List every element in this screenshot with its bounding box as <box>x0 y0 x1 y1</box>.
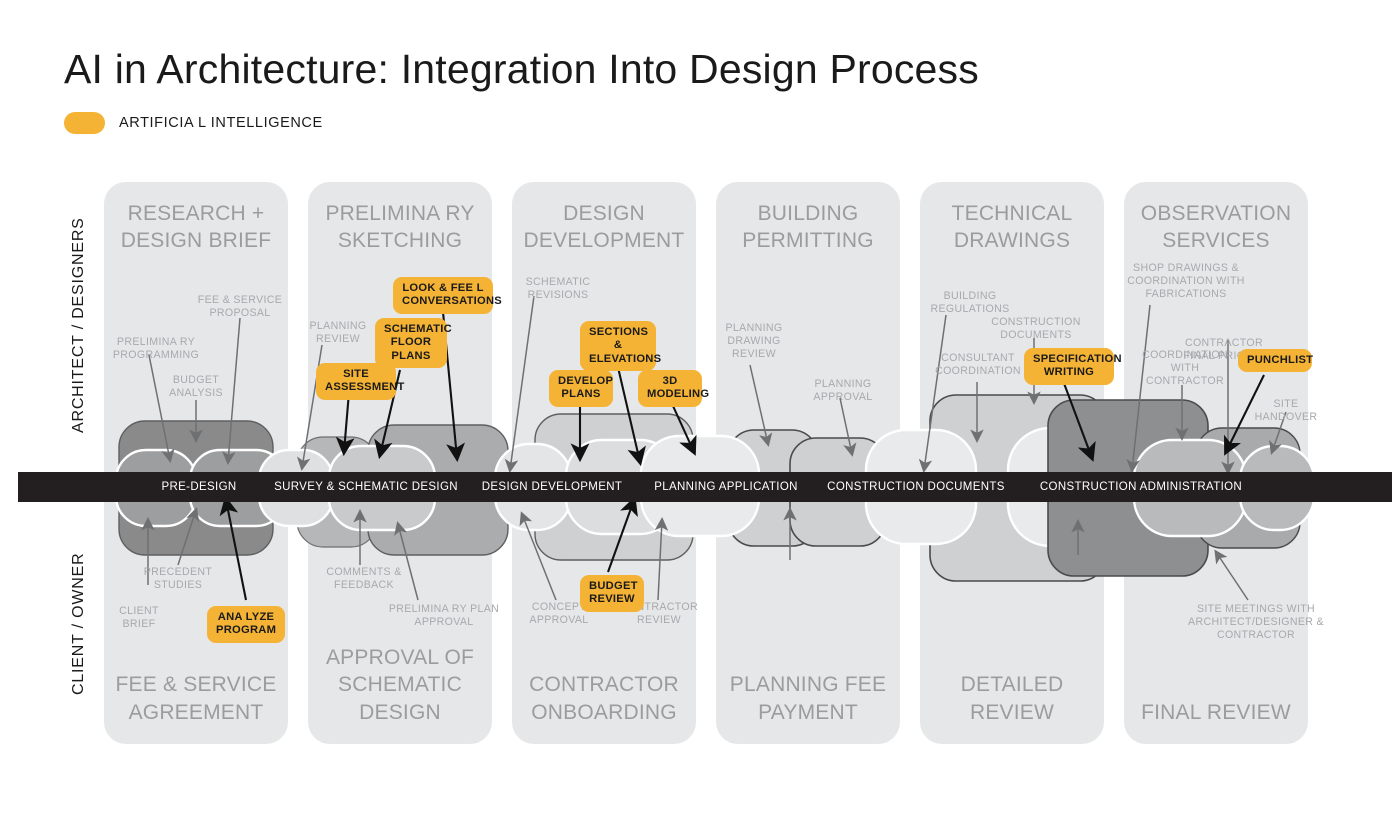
ai-callout-schematic-floor-plans[interactable]: SCHEMATIC FLOOR PLANS <box>375 318 452 369</box>
phase-footer: APPROVAL OF SCHEMATIC DESIGN <box>325 646 475 724</box>
timeline-segment-5[interactable]: CONSTRUCTION DOCUMENTS <box>808 472 1024 502</box>
phase-column-5[interactable]: TECHNICAL DRAWINGS DETAILED REVIEW <box>920 182 1104 744</box>
annotation-consultant-coordination: CONSULTANT COORDINATION <box>935 352 1021 378</box>
phase-column-2[interactable]: PRELIMINA RY SKETCHING APPROVAL OF SCHEM… <box>308 182 492 744</box>
ai-callout-site-assessment[interactable]: SITE ASSESSMENT <box>316 363 404 400</box>
phase-footer: CONTRACTOR ONBOARDING <box>529 673 679 724</box>
annotation-schematic-revisions: SCHEMATIC REVISIONS <box>525 276 591 302</box>
ai-callout-analyze-program[interactable]: ANA LYZE PROGRAM <box>207 606 285 643</box>
annotation-planning-review: PLANNING REVIEW <box>309 320 367 346</box>
annotation-preliminary-programming: PRELIMINA RY PROGRAMMING <box>112 336 200 362</box>
timeline-segment-2[interactable]: SURVEY & SCHEMATIC DESIGN <box>264 472 468 502</box>
annotation-construction-documents: CONSTRUCTION DOCUMENTS <box>991 316 1081 342</box>
phase-title: TECHNICAL DRAWINGS <box>951 202 1073 253</box>
timeline-segment-4[interactable]: PLANNING APPLICATION <box>626 472 826 502</box>
timeline-segment-3[interactable]: DESIGN DEVELOPMENT <box>452 472 652 502</box>
annotation-budget-analysis: BUDGET ANALYSIS <box>169 374 223 400</box>
annotation-fee-service-proposal: FEE & SERVICE PROPOSAL <box>197 294 283 320</box>
ai-callout-budget-review[interactable]: BUDGET REVIEW <box>580 575 644 612</box>
annotation-site-meetings: SITE MEETINGS WITH ARCHITECT/DESIGNER & … <box>1188 603 1324 642</box>
ai-callout-look-feel-conversations[interactable]: LOOK & FEE L CONVERSATIONS <box>393 277 502 314</box>
phase-title: PRELIMINA RY SKETCHING <box>325 202 475 253</box>
legend-label: ARTIFICIA L INTELLIGENCE <box>119 115 323 131</box>
annotation-planning-approval: PLANNING APPROVAL <box>813 378 873 404</box>
phase-footer: FINAL REVIEW <box>1141 700 1291 724</box>
role-label-client: CLIENT / OWNER <box>70 552 87 696</box>
phase-footer: DETAILED REVIEW <box>960 673 1064 724</box>
annotation-precedent-studies: PRECEDENT STUDIES <box>143 566 213 592</box>
annotation-shop-drawings: SHOP DRAWINGS & COORDINATION WITH FABRIC… <box>1127 262 1245 301</box>
phase-title: DESIGN DEVELOPMENT <box>523 202 685 253</box>
phase-footer: FEE & SERVICE AGREEMENT <box>115 673 277 724</box>
phase-column-1[interactable]: RESEARCH + DESIGN BRIEF FEE & SERVICE AG… <box>104 182 288 744</box>
ai-legend-swatch-icon <box>64 112 105 134</box>
annotation-site-handover: SITE HANDOVER <box>1254 398 1318 424</box>
ai-callout-punchlist[interactable]: PUNCHLIST <box>1238 349 1313 373</box>
annotation-planning-drawing-review: PLANNING DRAWING REVIEW <box>725 322 783 361</box>
phase-title: RESEARCH + DESIGN BRIEF <box>120 202 272 253</box>
annotation-comments-feedback: COMMENTS & FEEDBACK <box>326 566 402 592</box>
annotation-client-brief: CLIENT BRIEF <box>119 605 159 631</box>
legend: ARTIFICIA L INTELLIGENCE <box>64 112 323 134</box>
ai-callout-3d-modeling[interactable]: 3D MODELING <box>638 370 709 407</box>
ai-callout-sections-elevations[interactable]: SECTIONS & ELEVATIONS <box>580 321 661 372</box>
ai-callout-specification-writing[interactable]: SPECIFICATION WRITING <box>1024 348 1122 385</box>
diagram-canvas: AI in Architecture: Integration Into Des… <box>0 0 1400 813</box>
phase-footer: PLANNING FEE PAYMENT <box>729 673 887 724</box>
phase-column-4[interactable]: BUILDING PERMITTING PLANNING FEE PAYMENT <box>716 182 900 744</box>
role-label-architect: ARCHITECT / DESIGNERS <box>70 217 87 433</box>
phase-column-3[interactable]: DESIGN DEVELOPMENT CONTRACTOR ONBOARDING <box>512 182 696 744</box>
annotation-building-regulations: BUILDING REGULATIONS <box>930 290 1010 316</box>
page-title: AI in Architecture: Integration Into Des… <box>64 46 979 92</box>
annotation-coordination-contractor: COORDINATION WITH CONTRACTOR <box>1142 349 1228 388</box>
timeline-segment-6[interactable]: CONSTRUCTION ADMINISTRATION <box>1018 472 1264 502</box>
ai-callout-develop-plans[interactable]: DEVELOP PLANS <box>549 370 613 407</box>
timeline-bar: PRE-DESIGN SURVEY & SCHEMATIC DESIGN DES… <box>18 472 1392 502</box>
phase-title: BUILDING PERMITTING <box>742 202 874 253</box>
annotation-preliminary-plan-approval: PRELIMINA RY PLAN APPROVAL <box>388 603 500 629</box>
phase-title: OBSERVATION SERVICES <box>1140 202 1292 253</box>
